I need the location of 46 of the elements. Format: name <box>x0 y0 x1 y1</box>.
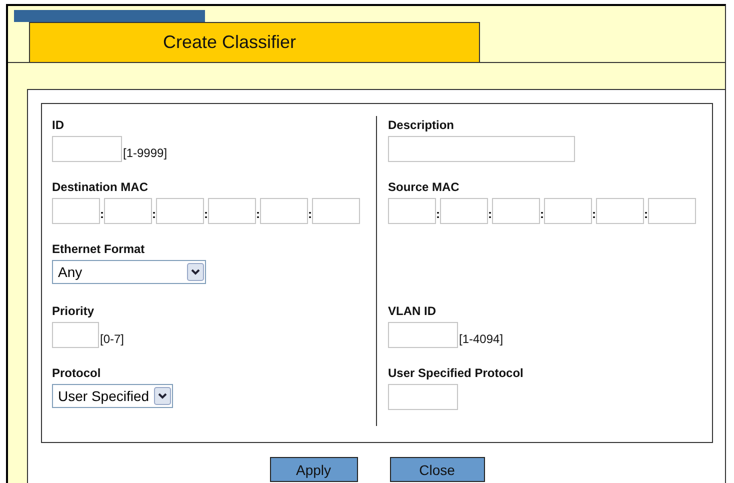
mac-octet-field[interactable] <box>440 198 488 224</box>
text-field[interactable] <box>388 384 458 410</box>
mac-separator: : <box>204 207 208 221</box>
field-label: Priority <box>52 304 94 318</box>
dropdown[interactable]: Any <box>52 260 206 284</box>
field-label: Description <box>388 118 454 132</box>
mac-separator: : <box>644 207 648 221</box>
text-field[interactable] <box>52 322 99 348</box>
page-title: Create Classifier <box>29 22 480 62</box>
field-label: User Specified Protocol <box>388 366 524 380</box>
range-hint: [1-4094] <box>459 332 504 346</box>
dropdown-value: Any <box>58 264 82 280</box>
field-label: Ethernet Format <box>52 242 145 256</box>
field-label: Protocol <box>52 366 101 380</box>
mac-octet-field[interactable] <box>52 198 100 224</box>
mac-separator: : <box>592 207 596 221</box>
text-field[interactable] <box>388 136 575 162</box>
mac-separator: : <box>256 207 260 221</box>
mac-separator: : <box>488 207 492 221</box>
mac-separator: : <box>436 207 440 221</box>
field-label: Source MAC <box>388 180 460 194</box>
mac-separator: : <box>152 207 156 221</box>
dropdown[interactable]: User Specified <box>52 384 173 408</box>
apply-button[interactable]: Apply <box>270 457 358 482</box>
mac-separator: : <box>540 207 544 221</box>
text-field[interactable] <box>388 322 458 348</box>
mac-octet-field[interactable] <box>648 198 696 224</box>
range-hint: [0-7] <box>100 332 124 346</box>
field-label: ID <box>52 118 64 132</box>
mac-octet-field[interactable] <box>156 198 204 224</box>
mac-octet-field[interactable] <box>312 198 360 224</box>
mac-octet-field[interactable] <box>388 198 436 224</box>
mac-octet-field[interactable] <box>260 198 308 224</box>
mac-separator: : <box>308 207 312 221</box>
mac-separator: : <box>100 207 104 221</box>
text-field[interactable] <box>52 136 122 162</box>
field-label: VLAN ID <box>388 304 436 318</box>
close-button[interactable]: Close <box>390 457 484 482</box>
field-label: Destination MAC <box>52 180 148 194</box>
dropdown-value: User Specified <box>58 388 150 404</box>
range-hint: [1-9999] <box>123 146 168 160</box>
mac-octet-field[interactable] <box>208 198 256 224</box>
mac-octet-field[interactable] <box>544 198 592 224</box>
mac-octet-field[interactable] <box>596 198 644 224</box>
mac-octet-field[interactable] <box>104 198 152 224</box>
mac-octet-field[interactable] <box>492 198 540 224</box>
